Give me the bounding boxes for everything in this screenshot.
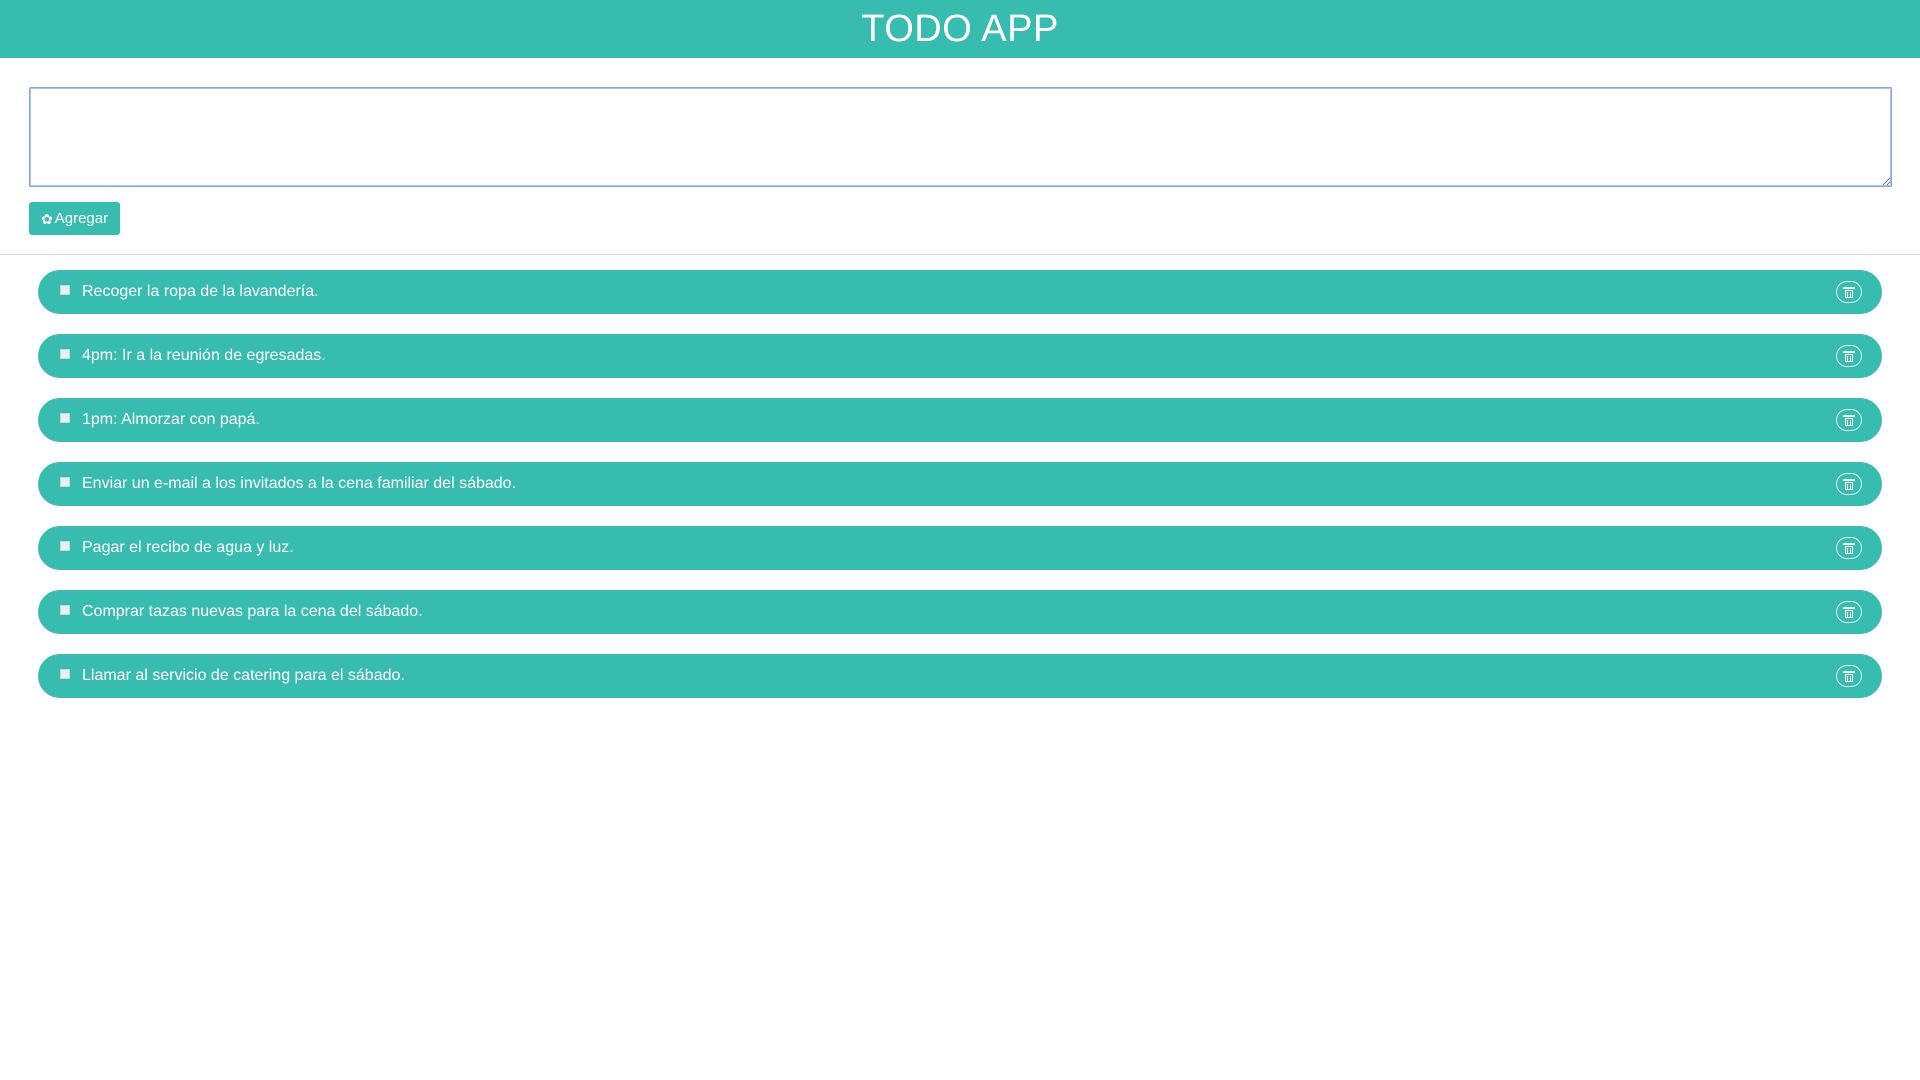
gear-icon: ✿: [41, 210, 53, 227]
todo-checkbox[interactable]: [60, 541, 70, 551]
delete-button[interactable]: [1836, 537, 1862, 559]
todo-item: Comprar tazas nuevas para la cena del sá…: [38, 590, 1882, 634]
delete-button[interactable]: [1836, 473, 1862, 495]
delete-button[interactable]: [1836, 409, 1862, 431]
todo-text: Pagar el recibo de agua y luz.: [82, 539, 294, 556]
todo-checkbox[interactable]: [60, 605, 70, 615]
trash-icon: [1843, 478, 1855, 490]
divider: [0, 254, 1920, 255]
todo-text: Comprar tazas nuevas para la cena del sá…: [82, 603, 423, 620]
todo-form: ✿ Agregar: [0, 58, 1920, 235]
add-button[interactable]: ✿ Agregar: [29, 202, 121, 235]
todo-checkbox[interactable]: [60, 413, 70, 423]
todo-item: 1pm: Almorzar con papá.: [38, 398, 1882, 442]
todo-input[interactable]: [29, 87, 1892, 187]
trash-icon: [1843, 350, 1855, 362]
app-title: TODO APP: [861, 7, 1059, 50]
delete-button[interactable]: [1836, 281, 1862, 303]
todo-item: 4pm: Ir a la reunión de egresadas.: [38, 334, 1882, 378]
delete-button[interactable]: [1836, 665, 1862, 687]
todo-item: Recoger la ropa de la lavandería.: [38, 270, 1882, 314]
todo-list: Recoger la ropa de la lavandería. 4pm: I…: [0, 270, 1920, 698]
app-header: TODO APP: [0, 0, 1920, 58]
todo-checkbox[interactable]: [60, 477, 70, 487]
trash-icon: [1843, 414, 1855, 426]
trash-icon: [1843, 286, 1855, 298]
add-button-label: Agregar: [54, 210, 109, 227]
todo-text: 1pm: Almorzar con papá.: [82, 411, 260, 428]
trash-icon: [1843, 606, 1855, 618]
delete-button[interactable]: [1836, 345, 1862, 367]
todo-text: Enviar un e-mail a los invitados a la ce…: [82, 475, 517, 492]
todo-text: 4pm: Ir a la reunión de egresadas.: [82, 347, 326, 364]
trash-icon: [1843, 542, 1855, 554]
todo-item: Pagar el recibo de agua y luz.: [38, 526, 1882, 570]
delete-button[interactable]: [1836, 601, 1862, 623]
todo-checkbox[interactable]: [60, 669, 70, 679]
todo-checkbox[interactable]: [60, 349, 70, 359]
todo-checkbox[interactable]: [60, 285, 70, 295]
todo-text: Llamar al servicio de catering para el s…: [82, 667, 405, 684]
todo-item: Llamar al servicio de catering para el s…: [38, 654, 1882, 698]
trash-icon: [1843, 670, 1855, 682]
todo-text: Recoger la ropa de la lavandería.: [82, 283, 319, 300]
todo-item: Enviar un e-mail a los invitados a la ce…: [38, 462, 1882, 506]
